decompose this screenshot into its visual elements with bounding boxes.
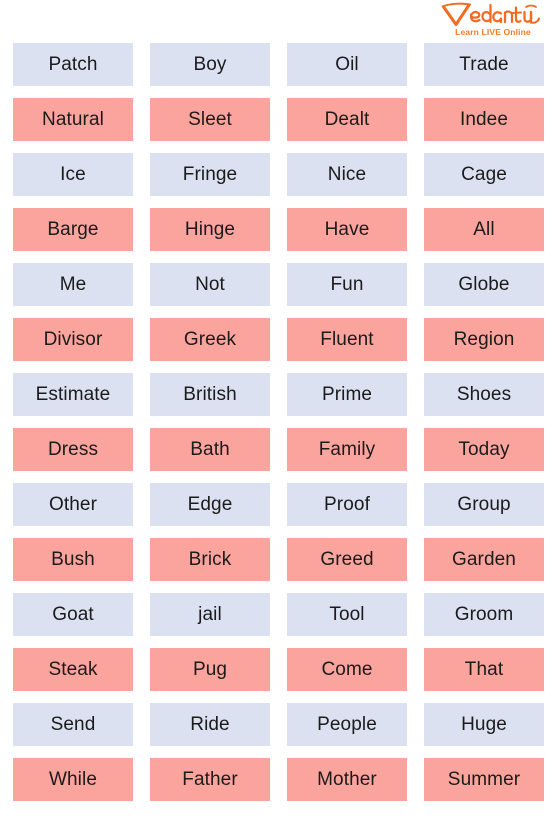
word-cell: Boy (150, 43, 270, 86)
word-cell: Father (150, 758, 270, 801)
word-cell: That (424, 648, 544, 691)
word-cell: Hinge (150, 208, 270, 251)
word-cell: Today (424, 428, 544, 471)
word-cell: Steak (13, 648, 133, 691)
word-cell: Dealt (287, 98, 407, 141)
word-cell: Greed (287, 538, 407, 581)
word-cell: People (287, 703, 407, 746)
word-cell: Oil (287, 43, 407, 86)
word-cell: British (150, 373, 270, 416)
word-cell: Me (13, 263, 133, 306)
word-cell: Family (287, 428, 407, 471)
word-cell: Goat (13, 593, 133, 636)
word-cell: All (424, 208, 544, 251)
word-cell: Greek (150, 318, 270, 361)
worksheet-page: Learn LIVE Online Patch Boy Oil Trade Na… (0, 0, 556, 818)
word-cell: Region (424, 318, 544, 361)
brand-tagline: Learn LIVE Online (455, 27, 531, 37)
word-cell: Natural (13, 98, 133, 141)
vedantu-wordmark-icon (441, 2, 540, 26)
word-cell: Trade (424, 43, 544, 86)
word-cell: Pug (150, 648, 270, 691)
word-cell: Shoes (424, 373, 544, 416)
word-cell: Barge (13, 208, 133, 251)
word-cell: Prime (287, 373, 407, 416)
word-cell: Globe (424, 263, 544, 306)
word-cell: Fun (287, 263, 407, 306)
word-cell: Group (424, 483, 544, 526)
word-cell: Ice (13, 153, 133, 196)
word-cell: Not (150, 263, 270, 306)
word-cell: While (13, 758, 133, 801)
word-cell: Come (287, 648, 407, 691)
word-cell: Estimate (13, 373, 133, 416)
word-grid: Patch Boy Oil Trade Natural Sleet Dealt … (13, 43, 544, 801)
word-cell: Have (287, 208, 407, 251)
word-cell: Sleet (150, 98, 270, 141)
word-cell: Fluent (287, 318, 407, 361)
word-cell: Divisor (13, 318, 133, 361)
word-cell: Bush (13, 538, 133, 581)
word-cell: Send (13, 703, 133, 746)
word-cell: Mother (287, 758, 407, 801)
word-cell: Tool (287, 593, 407, 636)
word-cell: Cage (424, 153, 544, 196)
word-cell: Dress (13, 428, 133, 471)
word-cell: Garden (424, 538, 544, 581)
word-cell: Indee (424, 98, 544, 141)
vedantu-logo: Learn LIVE Online (441, 2, 545, 40)
word-cell: Fringe (150, 153, 270, 196)
word-cell: Patch (13, 43, 133, 86)
word-cell: Groom (424, 593, 544, 636)
word-cell: Other (13, 483, 133, 526)
word-cell: Ride (150, 703, 270, 746)
word-cell: Proof (287, 483, 407, 526)
word-cell: Nice (287, 153, 407, 196)
word-cell: jail (150, 593, 270, 636)
word-cell: Huge (424, 703, 544, 746)
word-cell: Brick (150, 538, 270, 581)
word-cell: Summer (424, 758, 544, 801)
word-cell: Bath (150, 428, 270, 471)
word-cell: Edge (150, 483, 270, 526)
